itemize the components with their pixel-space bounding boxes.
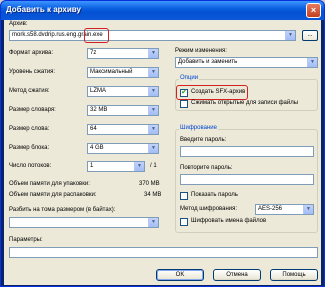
dialog-client: Архив: mork.s58.dvdrip.rus.eng.grain.exe…	[4, 20, 321, 285]
format-select[interactable]: 7z ▼	[87, 48, 159, 59]
block-label: Размер блока:	[9, 145, 50, 151]
format-label: Формат архива:	[9, 50, 54, 56]
archive-path-text: mork.s58.dvdrip.rus.eng.grain	[12, 32, 92, 38]
enc-method-select[interactable]: AES-256 ▼	[255, 204, 314, 215]
help-button[interactable]: Помощь	[270, 269, 318, 281]
level-select[interactable]: Максимальный ▼	[87, 67, 159, 78]
chevron-down-icon: ▼	[148, 106, 158, 115]
window-title: Добавить к архиву	[6, 5, 81, 14]
threads-label: Число потоков:	[9, 163, 52, 169]
enc-method-value: AES-256	[258, 206, 283, 212]
browse-button[interactable]: ...	[302, 30, 318, 41]
dict-select[interactable]: 32 MB ▼	[87, 105, 159, 116]
dialog-window: Добавить к архиву × Архив: mork.s58.dvdr…	[0, 0, 325, 287]
sfx-highlight	[176, 85, 248, 100]
update-mode-label: Режим изменения:	[175, 48, 227, 54]
ok-button[interactable]: OK	[156, 269, 204, 281]
method-label: Метод сжатия:	[9, 88, 50, 94]
cancel-button[interactable]: Отмена	[213, 269, 261, 281]
method-select[interactable]: LZMA ▼	[87, 86, 159, 97]
block-value: 4 GB	[90, 145, 104, 151]
level-value: Максимальный	[90, 69, 133, 75]
format-value: 7z	[90, 50, 97, 56]
password-label: Введите пароль:	[180, 137, 227, 143]
threads-select[interactable]: 1 ▼	[87, 161, 145, 172]
method-value: LZMA	[90, 88, 107, 94]
encryption-group-title: Шифрование	[179, 125, 218, 131]
split-combo[interactable]: ▼	[9, 217, 159, 228]
encrypt-names-checkbox[interactable]	[180, 218, 188, 226]
chevron-down-icon: ▼	[148, 125, 158, 134]
update-mode-value: Добавить и заменить	[178, 59, 238, 65]
split-label: Разбить на тома размером (в байтах):	[9, 207, 116, 213]
chevron-down-icon: ▼	[148, 218, 158, 227]
mem-unpack-label: Объем памяти для распаковки:	[9, 192, 97, 198]
password2-input[interactable]	[180, 174, 314, 185]
block-select[interactable]: 4 GB ▼	[87, 143, 159, 154]
mem-pack-value: 370 MB	[139, 181, 160, 187]
chevron-down-icon: ▼	[307, 58, 317, 67]
shared-checkbox[interactable]	[180, 100, 188, 108]
chevron-down-icon: ▼	[134, 162, 144, 171]
archive-path-combo[interactable]: mork.s58.dvdrip.rus.eng.grain.exe ▼	[9, 30, 296, 41]
archive-label: Архив:	[9, 21, 28, 27]
chevron-down-icon: ▼	[148, 49, 158, 58]
enc-method-label: Метод шифрования:	[180, 206, 238, 212]
mem-unpack-value: 34 MB	[144, 192, 162, 198]
dict-label: Размер словаря:	[9, 107, 56, 113]
encrypt-names-label: Шифровать имена файлов	[191, 218, 267, 224]
mem-pack-label: Объем памяти для упаковки:	[9, 181, 90, 187]
password-input[interactable]	[180, 146, 314, 157]
threads-value: 1	[90, 163, 94, 169]
close-button[interactable]: ×	[306, 3, 321, 18]
show-password-label: Показать пароль	[191, 192, 238, 198]
update-mode-select[interactable]: Добавить и заменить ▼	[175, 57, 318, 68]
threads-max: / 1	[150, 163, 157, 169]
password2-label: Повторите пароль:	[180, 165, 233, 171]
word-select[interactable]: 64 ▼	[87, 124, 159, 135]
shared-label: Сжимать открытые для записи файлы	[191, 100, 299, 106]
chevron-down-icon[interactable]: ▼	[285, 31, 295, 40]
word-label: Размер слова:	[9, 126, 50, 132]
chevron-down-icon: ▼	[148, 87, 158, 96]
chevron-down-icon: ▼	[148, 144, 158, 153]
ext-highlight	[84, 28, 109, 43]
chevron-down-icon: ▼	[303, 205, 313, 214]
params-label: Параметры:	[9, 237, 43, 243]
options-group-title: Опции	[179, 75, 200, 81]
show-password-checkbox[interactable]	[180, 192, 188, 200]
word-value: 64	[90, 126, 97, 132]
level-label: Уровень сжатия:	[9, 69, 56, 75]
title-bar[interactable]: Добавить к архиву ×	[1, 1, 324, 20]
chevron-down-icon: ▼	[148, 68, 158, 77]
dict-value: 32 MB	[90, 107, 108, 113]
params-input[interactable]	[9, 247, 318, 258]
